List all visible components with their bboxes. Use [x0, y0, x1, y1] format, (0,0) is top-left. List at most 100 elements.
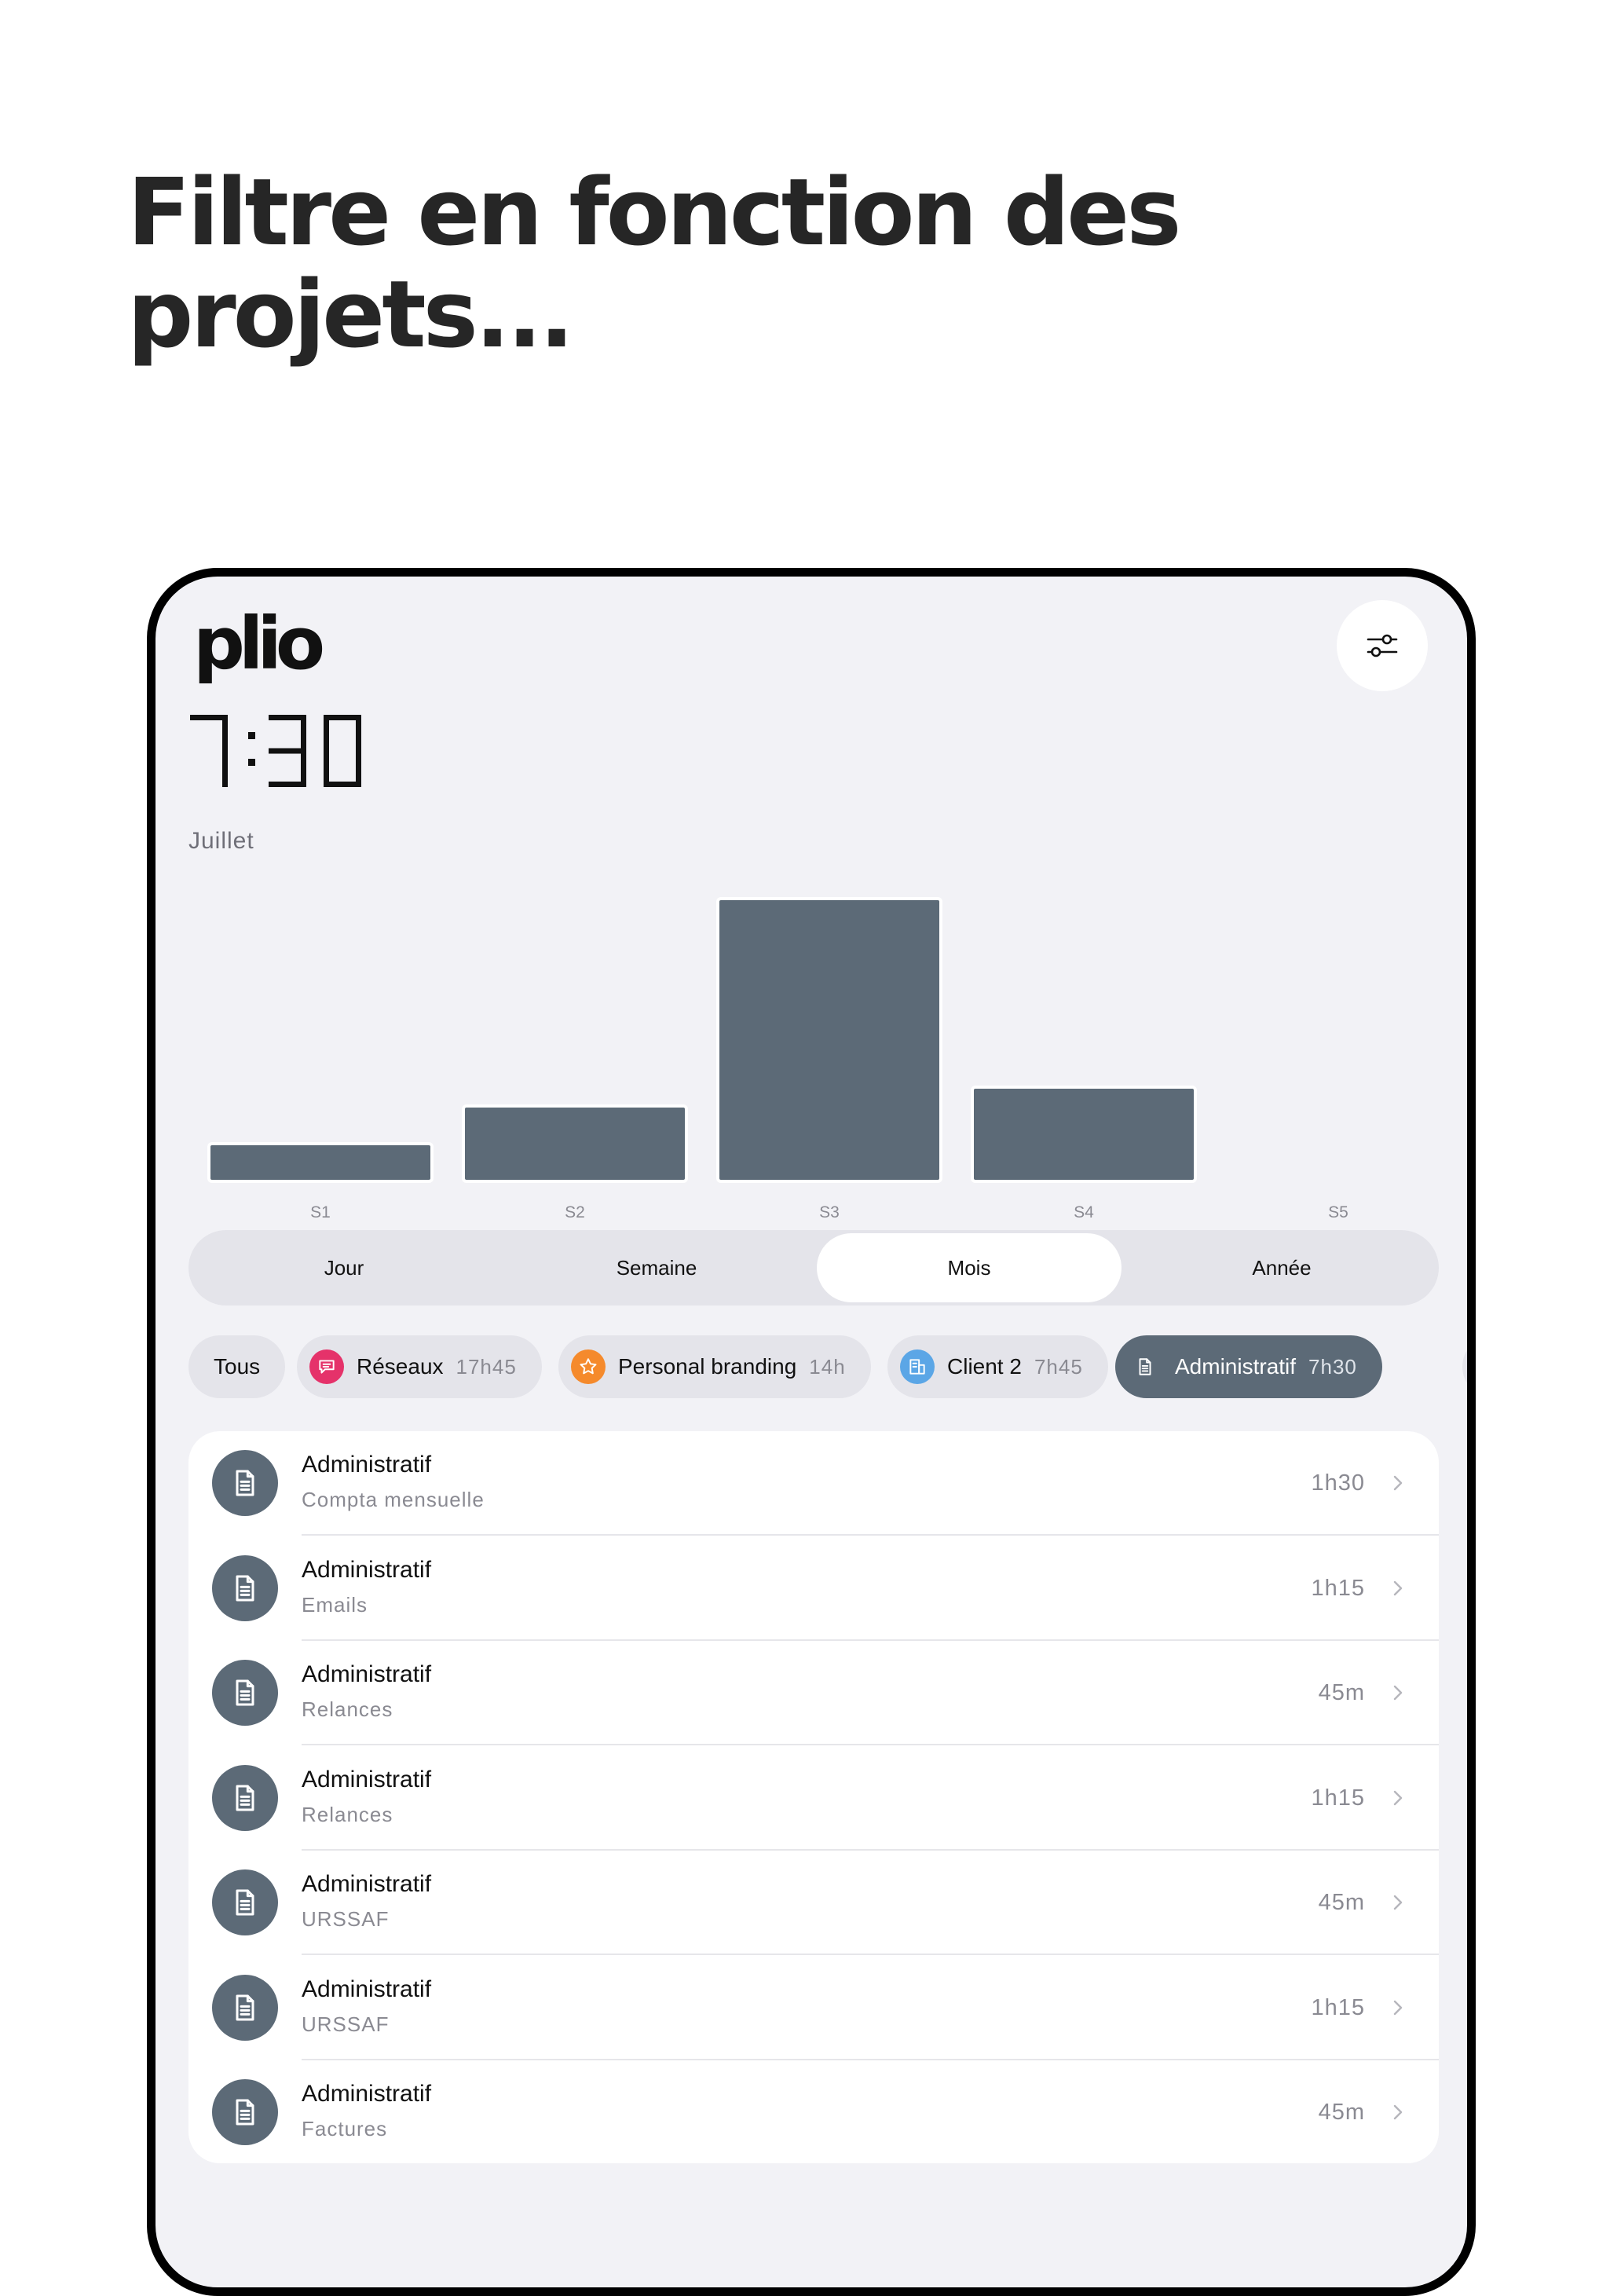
chip-icon-badge	[1475, 1349, 1476, 1384]
chip-duration: 7h30	[1308, 1354, 1357, 1379]
segment-label: Semaine	[616, 1255, 697, 1280]
chip-label: Tous	[214, 1354, 261, 1379]
star-icon	[580, 1358, 597, 1375]
entry-title: Administratif	[302, 2081, 432, 2107]
chart-bar-s2	[462, 1104, 688, 1183]
total-time-display: 7:30	[190, 715, 361, 787]
chip-administratif[interactable]: Administratif 7h30	[1115, 1335, 1382, 1398]
chevron-right-icon	[1393, 2104, 1403, 2120]
entry-avatar	[212, 1660, 278, 1726]
document-icon	[236, 1994, 254, 2020]
list-item[interactable]: Administratif Emails 1h15	[188, 1536, 1439, 1641]
chevron-right-icon	[1393, 1685, 1403, 1701]
sliders-icon	[1367, 634, 1398, 657]
time-digit	[190, 715, 228, 787]
time-digit	[324, 715, 361, 787]
device-frame: plio 7:30 Juillet S1 S2 S3 S4 S5 Jour Semaine…	[147, 568, 1476, 2296]
entry-subtitle: Compta mensuelle	[302, 1488, 485, 1511]
chip-duration: 17h45	[456, 1354, 517, 1379]
headline: Filtre en fonction des projets...	[127, 158, 1181, 368]
segment-label: Mois	[947, 1255, 991, 1280]
chart-bar-s4	[971, 1086, 1197, 1183]
filter-button[interactable]	[1337, 600, 1428, 691]
entry-duration: 45m	[1318, 1890, 1365, 1915]
entry-title: Administratif	[302, 1871, 432, 1897]
x-tick-label: S4	[1074, 1203, 1094, 1221]
x-tick-label: S2	[565, 1203, 585, 1221]
time-digit	[269, 715, 306, 787]
segment-label: Année	[1252, 1255, 1312, 1280]
entry-title: Administratif	[302, 1452, 432, 1478]
document-icon	[236, 1575, 254, 1601]
chip-client-2[interactable]: Client 2 7h45	[887, 1335, 1108, 1398]
list-item[interactable]: Administratif Relances 1h15	[188, 1746, 1439, 1851]
chart-bar-s1	[207, 1142, 434, 1183]
chip-label: Personal branding	[618, 1354, 797, 1379]
entry-duration: 1h30	[1311, 1470, 1365, 1496]
chip-r-seaux[interactable]: Réseaux 17h45	[297, 1335, 542, 1398]
entry-avatar	[212, 1450, 278, 1516]
document-icon	[236, 2099, 254, 2126]
period-segmented-control: Jour Semaine Mois Année	[188, 1230, 1439, 1305]
segment-semaine[interactable]: Semaine	[504, 1233, 809, 1302]
entry-avatar	[212, 1554, 278, 1621]
document-icon	[236, 1470, 254, 1496]
entry-subtitle: Relances	[302, 1802, 393, 1826]
entry-duration: 45m	[1318, 2100, 1365, 2125]
chip-c[interactable]: C	[1462, 1335, 1476, 1398]
chip-label: Client 2	[947, 1354, 1022, 1379]
entry-title: Administratif	[302, 1766, 432, 1792]
chip-icon-badge	[571, 1349, 606, 1384]
list-item[interactable]: Administratif Factures 45m	[188, 2060, 1439, 2163]
entry-subtitle: URSSAF	[302, 1907, 390, 1931]
period-label: Juillet	[188, 828, 254, 854]
chip-tous[interactable]: Tous	[188, 1335, 286, 1398]
list-item[interactable]: Administratif Compta mensuelle 1h30	[188, 1431, 1439, 1536]
document-icon	[236, 1889, 254, 1916]
entry-avatar	[212, 1974, 278, 2041]
entry-duration: 45m	[1318, 1680, 1365, 1705]
chip-duration: 7h45	[1034, 1354, 1083, 1379]
chip-label: Administratif	[1175, 1354, 1297, 1379]
entry-subtitle: Emails	[302, 1592, 368, 1617]
entry-title: Administratif	[302, 1556, 432, 1583]
list-item[interactable]: Administratif URSSAF 45m	[188, 1851, 1439, 1955]
entry-duration: 1h15	[1311, 1994, 1365, 2020]
chevron-right-icon	[1393, 1475, 1403, 1491]
list-item[interactable]: Administratif URSSAF 1h15	[188, 1956, 1439, 2060]
entry-title: Administratif	[302, 1661, 432, 1687]
document-icon	[236, 1679, 254, 1706]
entry-subtitle: URSSAF	[302, 2012, 390, 2036]
entry-duration: 1h15	[1311, 1785, 1365, 1811]
x-tick-label: S5	[1328, 1203, 1348, 1221]
chip-icon-badge	[1128, 1349, 1162, 1384]
chip-icon-badge	[309, 1349, 344, 1384]
segment-mois[interactable]: Mois	[817, 1233, 1122, 1302]
entry-duration: 1h15	[1311, 1575, 1365, 1601]
entry-avatar	[212, 1869, 278, 1935]
segment-label: Jour	[324, 1255, 364, 1280]
entry-subtitle: Relances	[302, 1697, 393, 1721]
building-icon	[909, 1359, 925, 1375]
segment-jour[interactable]: Jour	[192, 1233, 496, 1302]
entry-avatar	[212, 1764, 278, 1831]
chevron-right-icon	[1393, 1895, 1403, 1910]
chip-personal-branding[interactable]: Personal branding 14h	[558, 1335, 871, 1398]
document-icon	[236, 1785, 254, 1811]
app-screen: plio 7:30 Juillet S1 S2 S3 S4 S5 Jour Semaine…	[156, 577, 1467, 2287]
weekly-bar-chart: S1 S2 S3 S4 S5	[207, 897, 1348, 1221]
app-logo: plio	[193, 602, 325, 686]
chat-icon	[319, 1360, 335, 1374]
list-item[interactable]: Administratif Relances 45m	[188, 1641, 1439, 1745]
chart-bar-s3	[716, 897, 942, 1183]
x-tick-label: S1	[310, 1203, 331, 1221]
chip-label: Réseaux	[357, 1354, 444, 1379]
chevron-right-icon	[1393, 1790, 1403, 1805]
entry-subtitle: Factures	[302, 2117, 388, 2140]
chip-icon-badge	[900, 1349, 935, 1384]
time-colon	[248, 732, 255, 766]
segment-année[interactable]: Année	[1129, 1233, 1434, 1302]
entry-title: Administratif	[302, 1976, 432, 2002]
time-entries-list: Administratif Compta mensuelle 1h30 Adminis…	[188, 1431, 1439, 2163]
entry-avatar	[212, 2079, 278, 2145]
